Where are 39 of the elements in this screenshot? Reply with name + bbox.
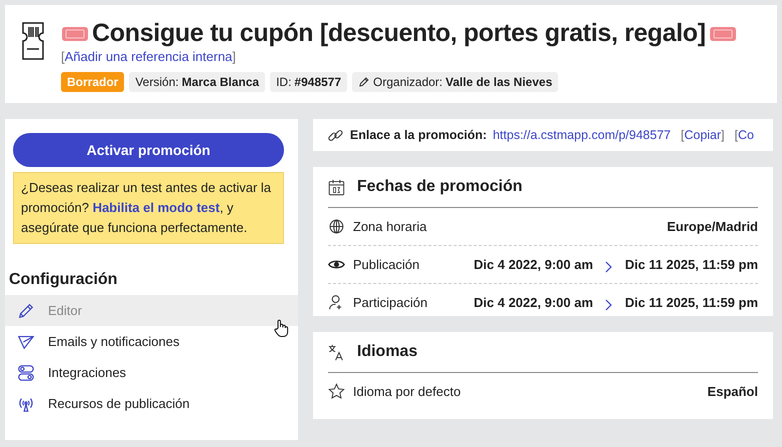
row-label: Participación (353, 295, 428, 310)
menu-item[interactable]: Recursos de publicación (5, 388, 298, 419)
pencil-icon (17, 302, 35, 320)
translate-icon (328, 344, 345, 360)
end-date: Dic 11 2025, 11:59 pm (625, 257, 758, 272)
card-title: Fechas de promoción (357, 178, 522, 196)
calendar-icon (328, 178, 345, 196)
star-icon (328, 383, 345, 400)
toggles-icon (17, 364, 35, 382)
menu-item[interactable]: Integraciones (5, 357, 298, 388)
test-mode-link[interactable]: Habilita el modo test (92, 200, 220, 215)
start-date: Dic 4 2022, 9:00 am (474, 257, 594, 272)
menu-item[interactable]: Emails y notificaciones (5, 326, 298, 357)
end-date: Dic 11 2025, 11:59 pm (625, 295, 758, 310)
row-label: Zona horaria (353, 219, 428, 234)
info-tag: Versión: Marca Blanca (129, 72, 266, 92)
hand-cursor-icon (273, 319, 289, 337)
link-label: Enlace a la promoción: (350, 128, 487, 142)
chevron-icon (605, 260, 614, 272)
row-value: Europe/Madrid (666, 219, 758, 234)
row-label: Publicación (353, 257, 420, 272)
action-link[interactable]: [Co (734, 128, 754, 142)
globe-icon (328, 218, 345, 235)
card-title: Idiomas (357, 343, 418, 361)
activate-button[interactable]: Activar promoción (13, 133, 284, 167)
chevron-icon (605, 298, 614, 310)
row-label: Idioma por defecto (353, 384, 462, 399)
promotion-title: Consigue tu cupón [descuento, portes gratis, regalo] (92, 19, 706, 48)
info-tag: ID: #948577 (270, 72, 348, 92)
status-badge: Borrador (61, 72, 124, 92)
section-title: Configuración (9, 271, 118, 289)
organizer-tag: Organizador: Valle de las Nieves (352, 72, 558, 92)
row-value: Español (707, 384, 758, 399)
action-link[interactable]: [Copiar] (680, 128, 725, 142)
reference-link[interactable]: [Añadir una referencia interna] (61, 49, 236, 64)
start-date: Dic 4 2022, 9:00 am (474, 295, 594, 310)
pencil-icon (358, 76, 370, 88)
test-mode-notice: ¿Deseas realizar un test antes de activar la promoción? Habilita el modo test, y asegúrate que funciona perfectamente. (13, 172, 284, 244)
promotion-url[interactable]: https://a.cstmapp.com/p/948577 (492, 128, 671, 142)
